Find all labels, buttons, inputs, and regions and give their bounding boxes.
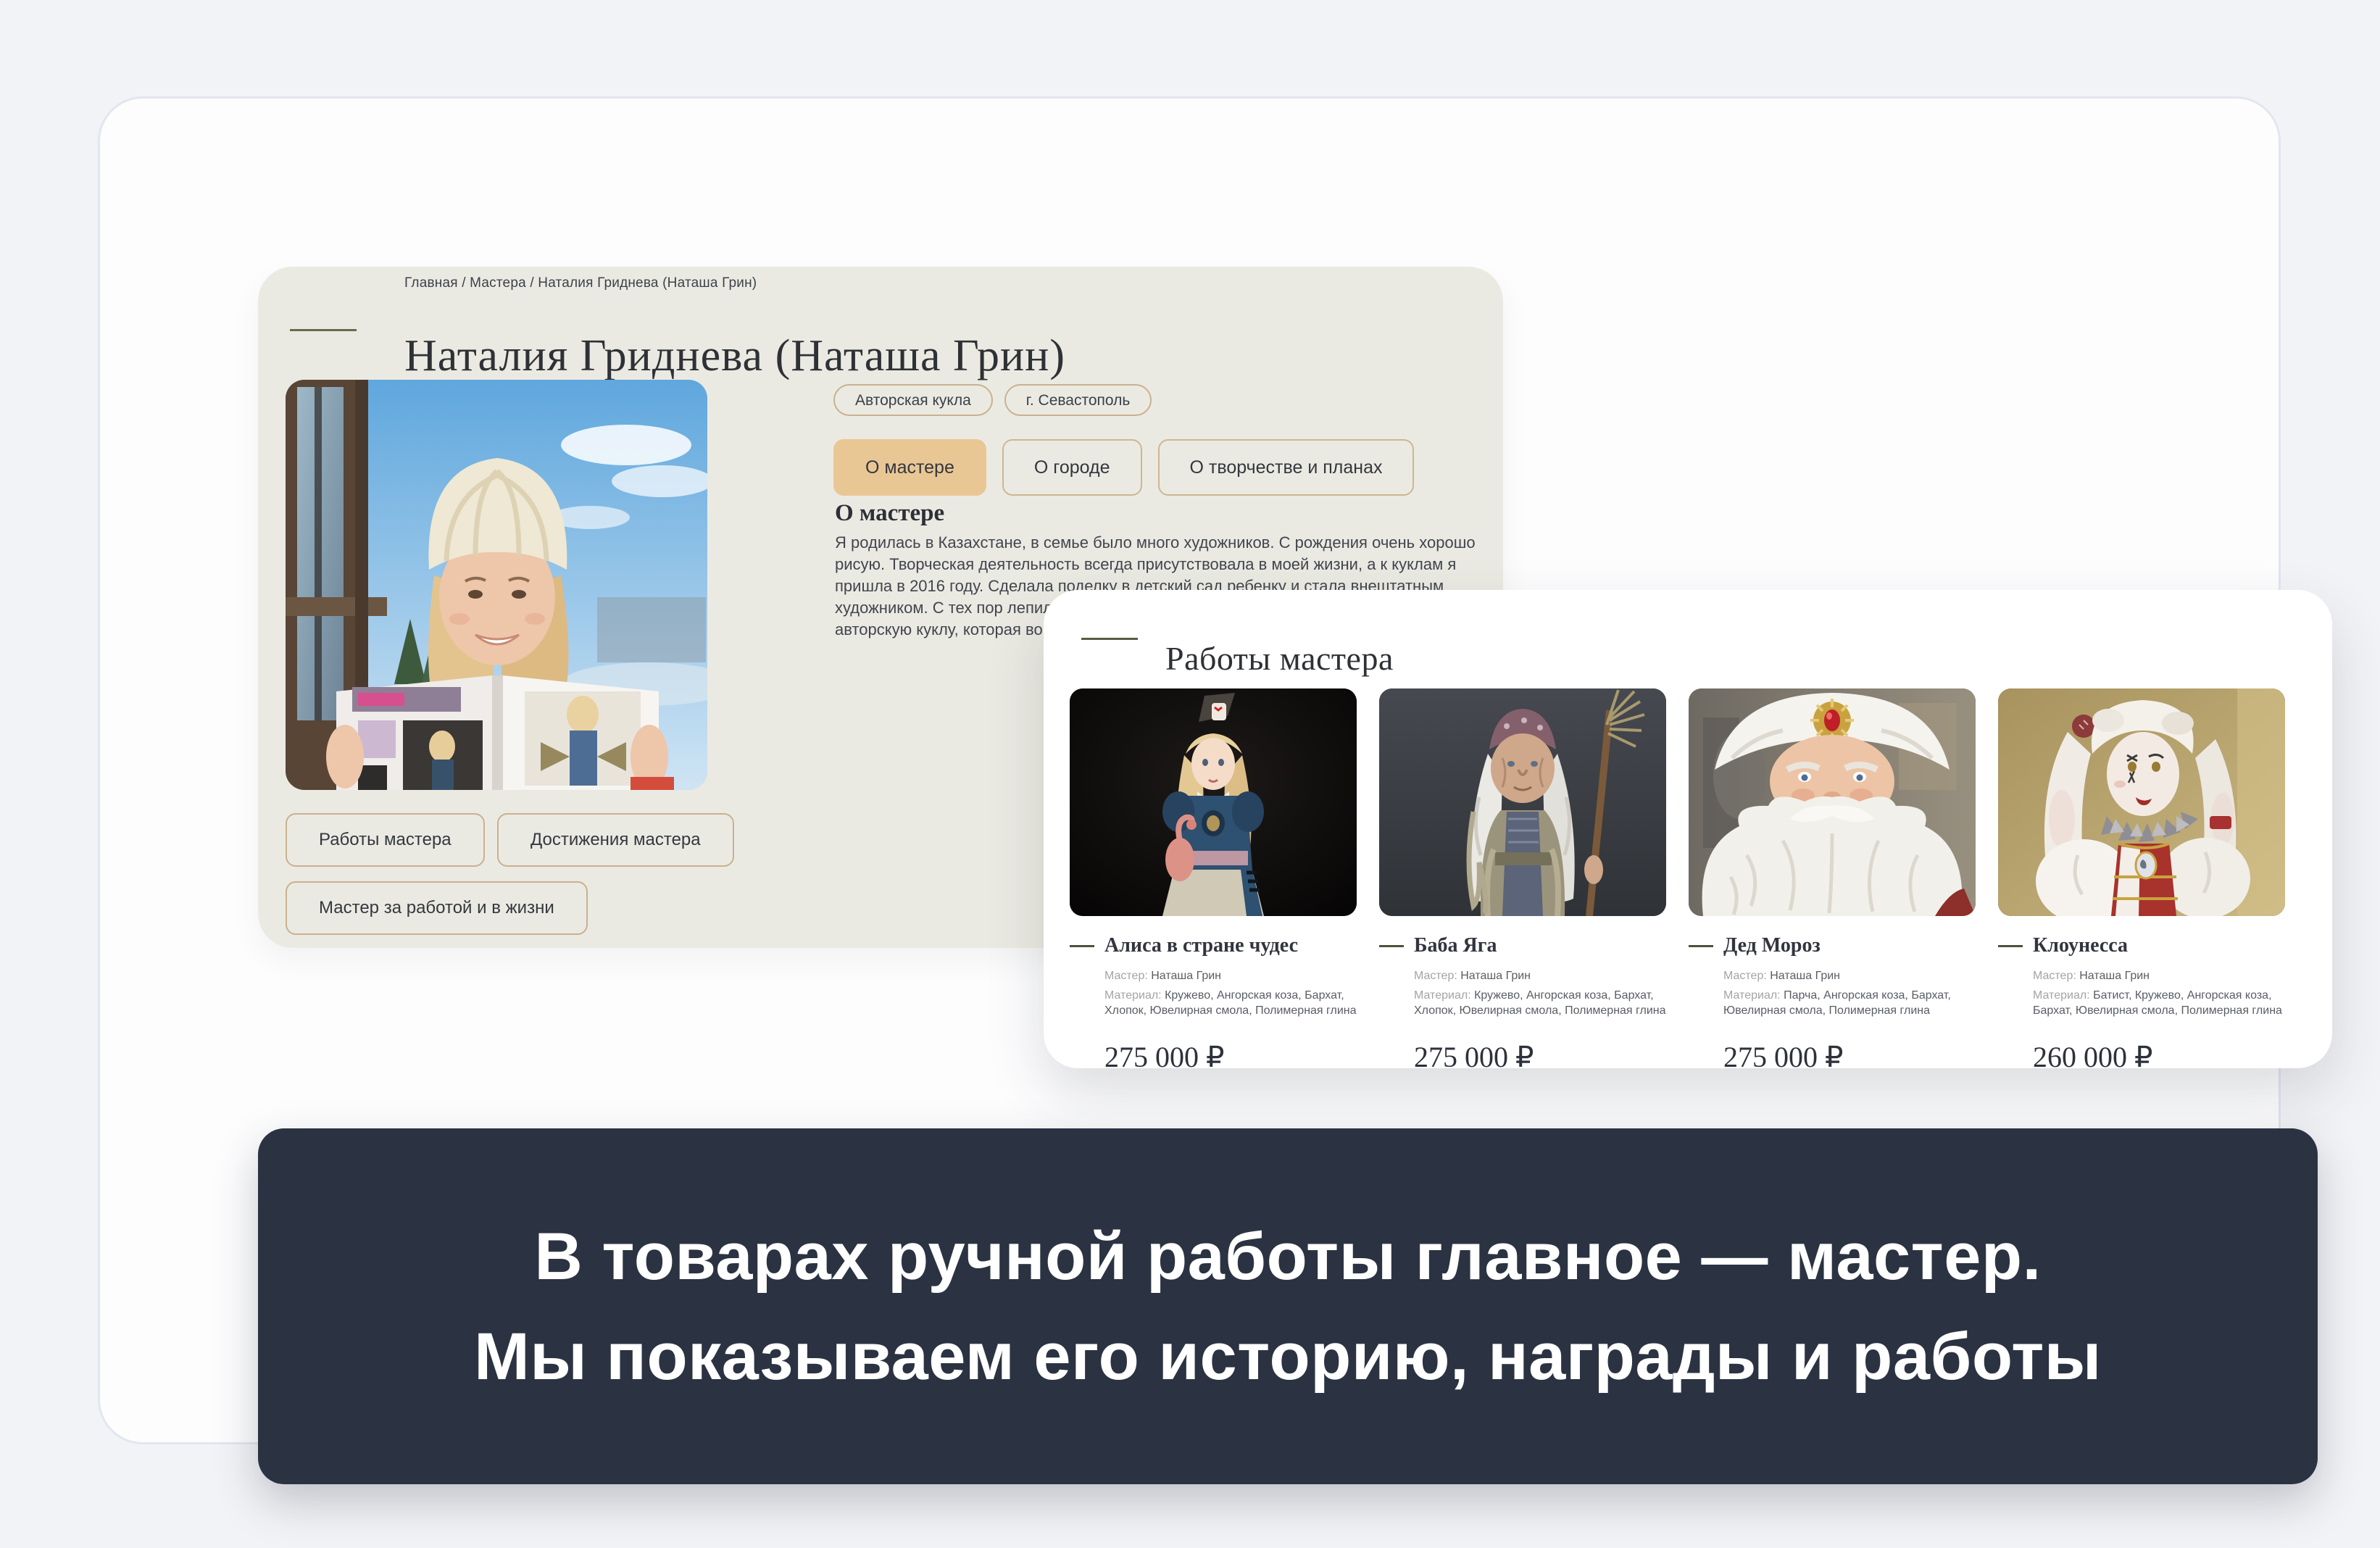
tab-about-plans[interactable]: О творчестве и планах	[1158, 439, 1415, 496]
master-photo-illustration	[286, 380, 707, 790]
product-name-row[interactable]: Алиса в стране чудес	[1070, 933, 1357, 958]
klounessa-doll-illustration	[1998, 688, 2285, 916]
banner-line-1: В товарах ручной работы главное — мастер…	[534, 1207, 2041, 1307]
product-name-row[interactable]: Баба Яга	[1379, 933, 1666, 958]
profile-tabs: О мастере О городе О творчестве и планах	[833, 439, 1414, 496]
product-meta: Мастер: Наташа Грин Материал: Батист, Кр…	[2033, 968, 2287, 1018]
achievements-button[interactable]: Достижения мастера	[497, 813, 734, 867]
product-meta: Мастер: Наташа Грин Материал: Парча, Анг…	[1723, 968, 1977, 1018]
tag-author-doll[interactable]: Авторская кукла	[833, 384, 993, 416]
title-dash-decoration	[290, 329, 357, 331]
baba-yaga-doll-illustration	[1379, 688, 1666, 916]
tag-row: Авторская кукла г. Севастополь	[833, 384, 1152, 416]
name-dash-decoration	[1070, 945, 1094, 947]
master-label: Мастер:	[1414, 970, 1457, 982]
product-image-klounessa[interactable]	[1998, 688, 2285, 916]
name-dash-decoration	[1998, 945, 2023, 947]
product-card-alice[interactable]: Алиса в стране чудес Мастер: Наташа Грин…	[1070, 688, 1357, 1074]
master-value: Наташа Грин	[1770, 970, 1840, 982]
about-heading: О мастере	[835, 500, 944, 527]
name-dash-decoration	[1689, 945, 1713, 947]
product-image-baba-yaga[interactable]	[1379, 688, 1666, 916]
product-name[interactable]: Алиса в стране чудес	[1104, 934, 1298, 957]
material-label: Материал:	[1723, 989, 1781, 1002]
product-card-ded-moroz[interactable]: Дед Мороз Мастер: Наташа Грин Материал: …	[1689, 688, 1976, 1074]
material-label: Материал:	[1414, 989, 1471, 1002]
ded-moroz-doll-illustration	[1689, 688, 1976, 916]
product-name[interactable]: Баба Яга	[1414, 934, 1497, 957]
product-card-baba-yaga[interactable]: Баба Яга Мастер: Наташа Грин Материал: К…	[1379, 688, 1666, 1074]
product-image-alice[interactable]	[1070, 688, 1357, 916]
works-title-dash-decoration	[1081, 638, 1138, 640]
master-at-work-button[interactable]: Мастер за работой и в жизни	[286, 881, 588, 935]
product-image-ded-moroz[interactable]	[1689, 688, 1976, 916]
breadcrumb[interactable]: Главная / Мастера / Наталия Гриднева (На…	[404, 275, 757, 291]
product-price: 275 000 ₽	[1104, 1040, 1357, 1074]
master-photo	[286, 380, 707, 790]
master-label: Мастер:	[2033, 970, 2076, 982]
works-of-master-button[interactable]: Работы мастера	[286, 813, 485, 867]
alice-doll-illustration	[1070, 688, 1357, 916]
product-meta: Мастер: Наташа Грин Материал: Кружево, А…	[1104, 968, 1358, 1018]
master-value: Наташа Грин	[1460, 970, 1531, 982]
app-window: Главная / Мастера / Наталия Гриднева (На…	[98, 96, 2281, 1444]
works-panel: Работы мастера	[1044, 590, 2332, 1068]
product-price: 275 000 ₽	[1723, 1040, 1976, 1074]
master-label: Мастер:	[1723, 970, 1767, 982]
product-cards-row: Алиса в стране чудес Мастер: Наташа Грин…	[1070, 688, 2285, 1074]
works-title: Работы мастера	[1165, 639, 1394, 678]
tag-city[interactable]: г. Севастополь	[1004, 384, 1152, 416]
tab-about-city[interactable]: О городе	[1002, 439, 1142, 496]
material-label: Материал:	[1104, 989, 1162, 1002]
name-dash-decoration	[1379, 945, 1404, 947]
page-background: Главная / Мастера / Наталия Гриднева (На…	[0, 0, 2380, 1548]
master-value: Наташа Грин	[2079, 970, 2150, 982]
master-label: Мастер:	[1104, 970, 1148, 982]
banner-line-2: Мы показываем его историю, награды и раб…	[474, 1307, 2102, 1407]
master-value: Наташа Грин	[1151, 970, 1221, 982]
product-card-klounessa[interactable]: Клоунесса Мастер: Наташа Грин Материал: …	[1998, 688, 2285, 1074]
product-name[interactable]: Клоунесса	[2033, 934, 2128, 957]
product-price: 275 000 ₽	[1414, 1040, 1666, 1074]
material-label: Материал:	[2033, 989, 2090, 1002]
product-price: 260 000 ₽	[2033, 1040, 2285, 1074]
product-name-row[interactable]: Клоунесса	[1998, 933, 2285, 958]
product-name[interactable]: Дед Мороз	[1723, 934, 1821, 957]
promo-banner: В товарах ручной работы главное — мастер…	[258, 1128, 2318, 1484]
product-name-row[interactable]: Дед Мороз	[1689, 933, 1976, 958]
product-meta: Мастер: Наташа Грин Материал: Кружево, А…	[1414, 968, 1668, 1018]
tab-about-master[interactable]: О мастере	[833, 439, 986, 496]
